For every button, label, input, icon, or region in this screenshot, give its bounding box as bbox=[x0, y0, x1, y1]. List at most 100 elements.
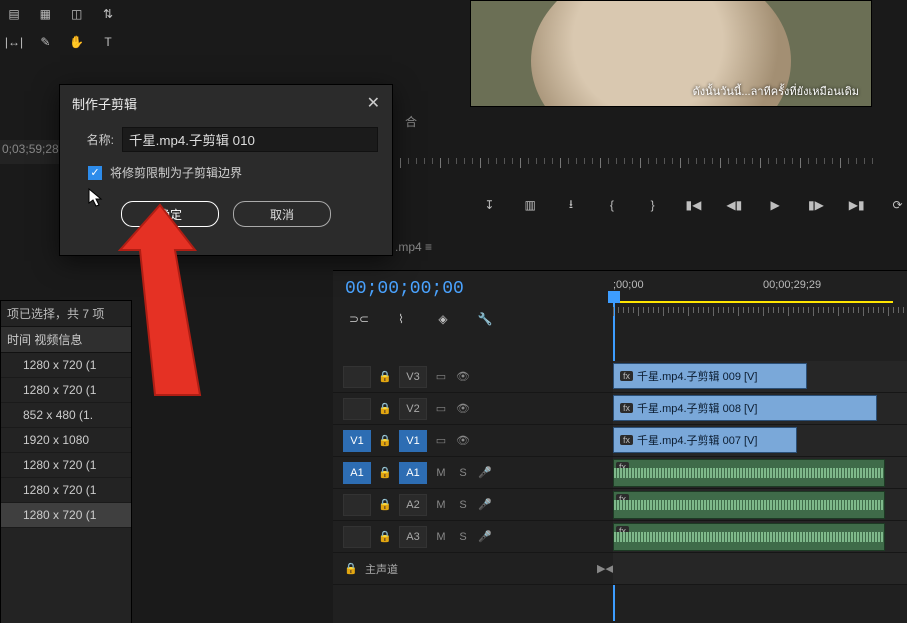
audio-clip[interactable]: fx bbox=[613, 523, 885, 551]
collapse-icon[interactable]: ▶◀ bbox=[597, 562, 613, 575]
toggle-output-icon[interactable]: ▭ bbox=[433, 402, 449, 415]
track-target[interactable]: V3 bbox=[399, 366, 427, 388]
lock-icon[interactable]: 🔒 bbox=[377, 370, 393, 383]
list-view-icon[interactable]: ▤ bbox=[0, 0, 28, 28]
video-track-header[interactable]: 🔒 V3 ▭ 👁 bbox=[333, 361, 613, 393]
voice-icon[interactable]: 🎤 bbox=[477, 530, 493, 543]
sequence-tab[interactable]: .mp4 ≡ bbox=[395, 240, 432, 254]
audio-lane[interactable]: fx bbox=[613, 457, 907, 489]
video-track-header[interactable]: V1 🔒 V1 ▭ 👁 bbox=[333, 425, 613, 457]
solo-icon[interactable]: S bbox=[455, 499, 471, 511]
lock-icon[interactable]: 🔒 bbox=[377, 466, 393, 479]
source-patch[interactable] bbox=[343, 398, 371, 420]
fx-badge[interactable]: fx bbox=[620, 403, 633, 413]
toggle-visibility-icon[interactable]: 👁 bbox=[455, 434, 471, 447]
solo-icon[interactable]: S bbox=[455, 531, 471, 543]
icon-view-icon[interactable]: ▦ bbox=[31, 0, 59, 28]
export-frame-icon[interactable]: ⭳ bbox=[562, 191, 581, 219]
marker-icon[interactable]: ◈ bbox=[429, 305, 457, 333]
snap-icon[interactable]: ⊃⊂ bbox=[345, 305, 373, 333]
video-lane[interactable]: fx千星.mp4.子剪辑 009 [V] bbox=[613, 361, 907, 393]
audio-lane[interactable]: fx bbox=[613, 521, 907, 553]
mute-icon[interactable]: M bbox=[433, 499, 449, 511]
mark-out-icon[interactable]: } bbox=[643, 191, 662, 219]
fx-badge[interactable]: fx bbox=[616, 494, 629, 504]
track-target[interactable]: V2 bbox=[399, 398, 427, 420]
audio-lane[interactable]: fx bbox=[613, 489, 907, 521]
loop-icon[interactable]: ⟳ bbox=[888, 191, 907, 219]
insert-icon[interactable]: ↧ bbox=[480, 191, 499, 219]
source-patch[interactable] bbox=[343, 526, 371, 548]
new-bin-icon[interactable]: ✋ bbox=[63, 28, 91, 56]
voice-icon[interactable]: 🎤 bbox=[477, 498, 493, 511]
mute-icon[interactable]: M bbox=[433, 531, 449, 543]
track-headers: 🔒V3▭👁🔒V2▭👁V1🔒V1▭👁A1🔒A1MS🎤🔒A2MS🎤🔒A3MS🎤🔒主声… bbox=[333, 361, 613, 585]
track-target[interactable]: A2 bbox=[399, 494, 427, 516]
lock-icon[interactable]: 🔒 bbox=[377, 530, 393, 543]
audio-track-header[interactable]: 🔒 A2 MS 🎤 bbox=[333, 489, 613, 521]
toggle-output-icon[interactable]: ▭ bbox=[433, 434, 449, 447]
play-icon[interactable]: ▶ bbox=[766, 191, 785, 219]
audio-clip[interactable]: fx bbox=[613, 491, 885, 519]
source-patch[interactable] bbox=[343, 366, 371, 388]
sort-icon[interactable]: ⇅ bbox=[94, 0, 122, 28]
project-row[interactable]: 1920 x 1080 bbox=[1, 428, 131, 453]
track-target[interactable]: A1 bbox=[399, 462, 427, 484]
video-clip[interactable]: fx千星.mp4.子剪辑 007 [V] bbox=[613, 427, 797, 453]
audio-clip[interactable]: fx bbox=[613, 459, 885, 487]
restrict-trim-checkbox[interactable]: ✓ bbox=[88, 166, 102, 180]
auto-icon[interactable]: |↔| bbox=[0, 28, 28, 56]
blend-dropdown-partial[interactable]: 合 bbox=[405, 113, 417, 130]
transport-bar: ↧ ▥ ⭳ { } ▮◀ ◀▮ ▶ ▮▶ ▶▮ ⟳ bbox=[390, 190, 907, 220]
video-clip[interactable]: fx千星.mp4.子剪辑 008 [V] bbox=[613, 395, 877, 421]
project-row[interactable]: 852 x 480 (1. bbox=[1, 403, 131, 428]
subclip-name-input[interactable] bbox=[122, 127, 378, 152]
voice-icon[interactable]: 🎤 bbox=[477, 466, 493, 479]
go-start-icon[interactable]: ▮◀ bbox=[684, 191, 703, 219]
project-row[interactable]: 1280 x 720 (1 bbox=[1, 478, 131, 503]
toggle-visibility-icon[interactable]: 👁 bbox=[455, 402, 471, 415]
go-end-icon[interactable]: ▶▮ bbox=[847, 191, 866, 219]
timeline-ruler[interactable]: ;00;0000;00;29;29 bbox=[613, 279, 907, 319]
step-back-icon[interactable]: ◀▮ bbox=[725, 191, 744, 219]
fx-badge[interactable]: fx bbox=[620, 371, 633, 381]
track-target[interactable]: V1 bbox=[399, 430, 427, 452]
work-area-bar[interactable] bbox=[613, 301, 893, 303]
mute-icon[interactable]: M bbox=[433, 467, 449, 479]
track-target[interactable]: A3 bbox=[399, 526, 427, 548]
audio-track-header[interactable]: A1 🔒 A1 MS 🎤 bbox=[333, 457, 613, 489]
project-row[interactable]: 1280 x 720 (1 bbox=[1, 503, 131, 528]
settings-icon[interactable]: 🔧 bbox=[471, 305, 499, 333]
source-patch[interactable] bbox=[343, 494, 371, 516]
lock-icon[interactable]: 🔒 bbox=[377, 402, 393, 415]
source-patch[interactable]: A1 bbox=[343, 462, 371, 484]
link-icon[interactable]: ⌇ bbox=[387, 305, 415, 333]
timeline-timecode[interactable]: 00;00;00;00 bbox=[345, 279, 464, 299]
lock-icon[interactable]: 🔒 bbox=[377, 434, 393, 447]
cancel-button[interactable]: 取消 bbox=[233, 201, 331, 227]
video-track-header[interactable]: 🔒 V2 ▭ 👁 bbox=[333, 393, 613, 425]
video-lane[interactable]: fx千星.mp4.子剪辑 007 [V] bbox=[613, 425, 907, 457]
fx-badge[interactable]: fx bbox=[616, 526, 629, 536]
solo-icon[interactable]: S bbox=[455, 467, 471, 479]
lock-icon[interactable]: 🔒 bbox=[343, 562, 359, 575]
step-fwd-icon[interactable]: ▮▶ bbox=[807, 191, 826, 219]
type-tool-icon[interactable]: T bbox=[94, 28, 122, 56]
toggle-visibility-icon[interactable]: 👁 bbox=[455, 370, 471, 383]
mark-in-icon[interactable]: { bbox=[602, 191, 621, 219]
video-clip[interactable]: fx千星.mp4.子剪辑 009 [V] bbox=[613, 363, 807, 389]
fx-badge[interactable]: fx bbox=[616, 462, 629, 472]
close-icon[interactable]: ✕ bbox=[367, 93, 380, 113]
master-track-header[interactable]: 🔒主声道▶◀ bbox=[333, 553, 613, 585]
overwrite-icon[interactable]: ▥ bbox=[521, 191, 540, 219]
find-icon[interactable]: ✎ bbox=[31, 28, 59, 56]
video-lane[interactable]: fx千星.mp4.子剪辑 008 [V] bbox=[613, 393, 907, 425]
fx-badge[interactable]: fx bbox=[620, 435, 633, 445]
source-patch[interactable]: V1 bbox=[343, 430, 371, 452]
project-row[interactable]: 1280 x 720 (1 bbox=[1, 453, 131, 478]
monitor-ruler[interactable] bbox=[390, 150, 907, 180]
toggle-output-icon[interactable]: ▭ bbox=[433, 370, 449, 383]
freeform-icon[interactable]: ◫ bbox=[63, 0, 91, 28]
lock-icon[interactable]: 🔒 bbox=[377, 498, 393, 511]
audio-track-header[interactable]: 🔒 A3 MS 🎤 bbox=[333, 521, 613, 553]
